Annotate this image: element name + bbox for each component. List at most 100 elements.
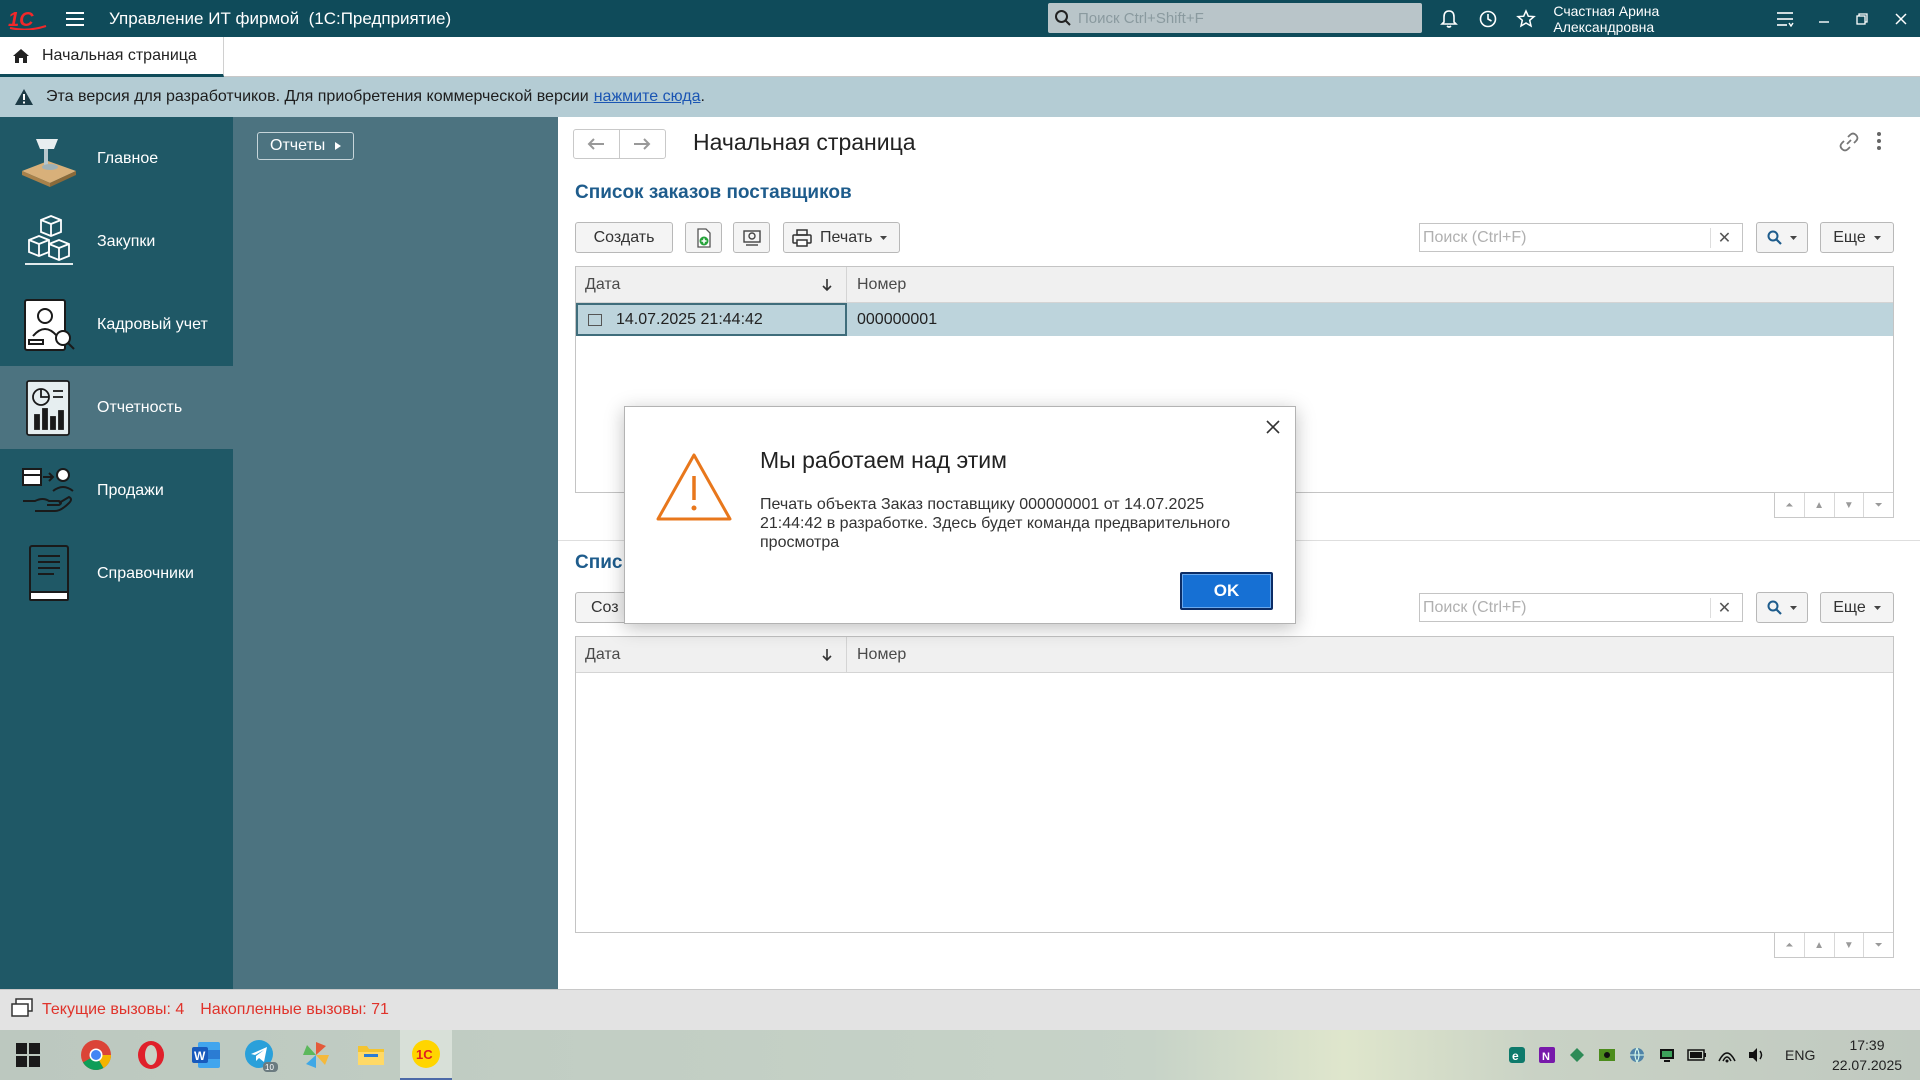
title-bar: 1С Управление ИТ фирмой (1С:Предприятие)… bbox=[0, 0, 1920, 37]
row-number: 000000001 bbox=[857, 310, 938, 328]
edge-icon[interactable]: e bbox=[1505, 1043, 1529, 1067]
wifi-icon[interactable] bbox=[1715, 1043, 1739, 1067]
create-based-on-button[interactable] bbox=[685, 222, 722, 253]
list2-create-label: Соз bbox=[591, 598, 619, 616]
column-number-header[interactable]: Номер bbox=[847, 267, 1893, 302]
list1-search-input[interactable] bbox=[1420, 228, 1710, 247]
forward-arrow-icon[interactable] bbox=[620, 130, 666, 158]
clock[interactable]: 17:39 22.07.2025 bbox=[1822, 1035, 1912, 1075]
column-date-header[interactable]: Дата bbox=[576, 267, 847, 302]
link-icon[interactable] bbox=[1838, 131, 1860, 158]
pinwheel-app-icon[interactable] bbox=[290, 1030, 342, 1080]
list1-print-button[interactable]: Печать bbox=[783, 222, 900, 253]
list2-more-button[interactable]: Еще bbox=[1820, 592, 1894, 623]
row-number-cell[interactable]: 000000001 bbox=[847, 303, 1893, 336]
banner-suffix: . bbox=[700, 88, 705, 105]
column-number-label: Номер bbox=[857, 275, 907, 293]
network-globe-icon[interactable] bbox=[1625, 1043, 1649, 1067]
user-name[interactable]: Счастная Арина Александровна bbox=[1553, 3, 1746, 35]
app-title: Управление ИТ фирмой (1С:Предприятие) bbox=[109, 8, 452, 28]
personnel-icon bbox=[18, 294, 80, 356]
column-number-header[interactable]: Номер bbox=[847, 637, 1893, 672]
vpn-icon[interactable] bbox=[1565, 1043, 1589, 1067]
more-vertical-icon[interactable] bbox=[1876, 131, 1882, 156]
accumulated-calls: Накопленные вызовы: 71 bbox=[200, 1001, 389, 1018]
section-hr[interactable]: Кадровый учет bbox=[0, 283, 233, 366]
status-bar: Текущие вызовы: 4 Накопленные вызовы: 71 bbox=[0, 989, 1920, 1030]
list1-more-button[interactable]: Еще bbox=[1820, 222, 1894, 253]
table-header: Дата Номер bbox=[576, 267, 1893, 303]
main-menu-icon[interactable] bbox=[55, 0, 95, 37]
section-main[interactable]: Главное bbox=[0, 117, 233, 200]
clear-search-icon[interactable]: ✕ bbox=[1710, 227, 1738, 248]
windows-start-icon[interactable] bbox=[0, 1030, 55, 1080]
file-explorer-icon[interactable] bbox=[345, 1030, 397, 1080]
scroll-up-icon[interactable]: ▲ bbox=[1805, 493, 1835, 517]
list2-search-options-button[interactable] bbox=[1756, 592, 1808, 623]
restore-icon[interactable] bbox=[1843, 0, 1881, 37]
notifications-bell-icon[interactable] bbox=[1430, 0, 1468, 37]
section-purchases[interactable]: Закупки bbox=[0, 200, 233, 283]
print-form-button[interactable] bbox=[733, 222, 770, 253]
monitor-icon[interactable] bbox=[1655, 1043, 1679, 1067]
column-date-header[interactable]: Дата bbox=[576, 637, 847, 672]
language-indicator[interactable]: ENG bbox=[1785, 1047, 1815, 1063]
scroll-bottom-icon[interactable]: ⏷ bbox=[1864, 493, 1893, 517]
system-tray: e N ENG bbox=[1505, 1030, 1815, 1080]
sort-down-icon bbox=[822, 648, 832, 661]
table-header: Дата Номер bbox=[576, 637, 1893, 673]
list2-title: Спис bbox=[575, 552, 623, 573]
battery-icon[interactable] bbox=[1685, 1043, 1709, 1067]
favorites-star-icon[interactable] bbox=[1507, 0, 1545, 37]
reports-button-label: Отчеты bbox=[270, 137, 326, 154]
history-icon[interactable] bbox=[1468, 0, 1506, 37]
list1-create-button[interactable]: Создать bbox=[575, 222, 673, 253]
scroll-down-icon[interactable]: ▼ bbox=[1835, 933, 1865, 957]
reports-button[interactable]: Отчеты bbox=[257, 132, 355, 160]
ok-button[interactable]: OK bbox=[1180, 572, 1273, 610]
scroll-top-icon[interactable]: ⏶ bbox=[1775, 933, 1805, 957]
row-date-cell[interactable]: 14.07.2025 21:44:42 bbox=[576, 303, 847, 336]
global-search-input[interactable] bbox=[1078, 9, 1398, 27]
developer-version-banner: Эта версия для разработчиков. Для приобр… bbox=[0, 77, 1920, 117]
banner-link[interactable]: нажмите сюда bbox=[594, 88, 701, 106]
settings-menu-icon[interactable] bbox=[1766, 0, 1804, 37]
onenote-icon[interactable]: N bbox=[1535, 1043, 1559, 1067]
scroll-top-icon[interactable]: ⏶ bbox=[1775, 493, 1805, 517]
table-row[interactable]: 14.07.2025 21:44:42 000000001 bbox=[576, 303, 1893, 336]
list1-search-box[interactable]: ✕ bbox=[1419, 223, 1743, 252]
section-directories[interactable]: Справочники bbox=[0, 532, 233, 615]
minimize-icon[interactable] bbox=[1805, 0, 1843, 37]
list1-search-options-button[interactable] bbox=[1756, 222, 1808, 253]
scroll-up-icon[interactable]: ▲ bbox=[1805, 933, 1835, 957]
scroll-down-icon[interactable]: ▼ bbox=[1835, 493, 1865, 517]
windows-list-icon[interactable] bbox=[10, 997, 34, 1024]
global-search[interactable] bbox=[1048, 3, 1422, 33]
chrome-icon[interactable] bbox=[70, 1030, 122, 1080]
1c-icon[interactable]: 1С bbox=[400, 1030, 452, 1080]
dropdown-arrow-icon bbox=[1790, 235, 1797, 240]
section-reporting[interactable]: Отчетность bbox=[0, 366, 233, 449]
volume-icon[interactable] bbox=[1745, 1043, 1769, 1067]
clock-date: 22.07.2025 bbox=[1831, 1057, 1903, 1073]
list2-search-box[interactable]: ✕ bbox=[1419, 593, 1743, 622]
back-arrow-icon[interactable] bbox=[574, 130, 620, 158]
nvidia-icon[interactable] bbox=[1595, 1043, 1619, 1067]
section-sales-label: Продажи bbox=[97, 481, 164, 499]
1c-logo[interactable]: 1С bbox=[0, 0, 55, 37]
close-window-icon[interactable] bbox=[1882, 0, 1920, 37]
section-sales[interactable]: Продажи bbox=[0, 449, 233, 532]
list2-search-input[interactable] bbox=[1420, 598, 1710, 617]
scroll-bottom-icon[interactable]: ⏷ bbox=[1864, 933, 1893, 957]
warning-triangle-icon bbox=[655, 452, 733, 527]
tab-home-page[interactable]: Начальная страница bbox=[0, 37, 224, 77]
opera-icon[interactable] bbox=[125, 1030, 177, 1080]
svg-text:1С: 1С bbox=[416, 1047, 433, 1062]
telegram-icon[interactable]: 10 bbox=[235, 1030, 287, 1080]
column-date-label: Дата bbox=[585, 275, 621, 293]
close-icon[interactable] bbox=[1263, 417, 1283, 437]
dialog-title: Мы работаем над этим bbox=[760, 447, 1007, 473]
clear-search-icon[interactable]: ✕ bbox=[1710, 597, 1738, 618]
word-icon[interactable]: W bbox=[180, 1030, 232, 1080]
dialog-message: Печать объекта Заказ поставщику 00000000… bbox=[760, 496, 1231, 551]
